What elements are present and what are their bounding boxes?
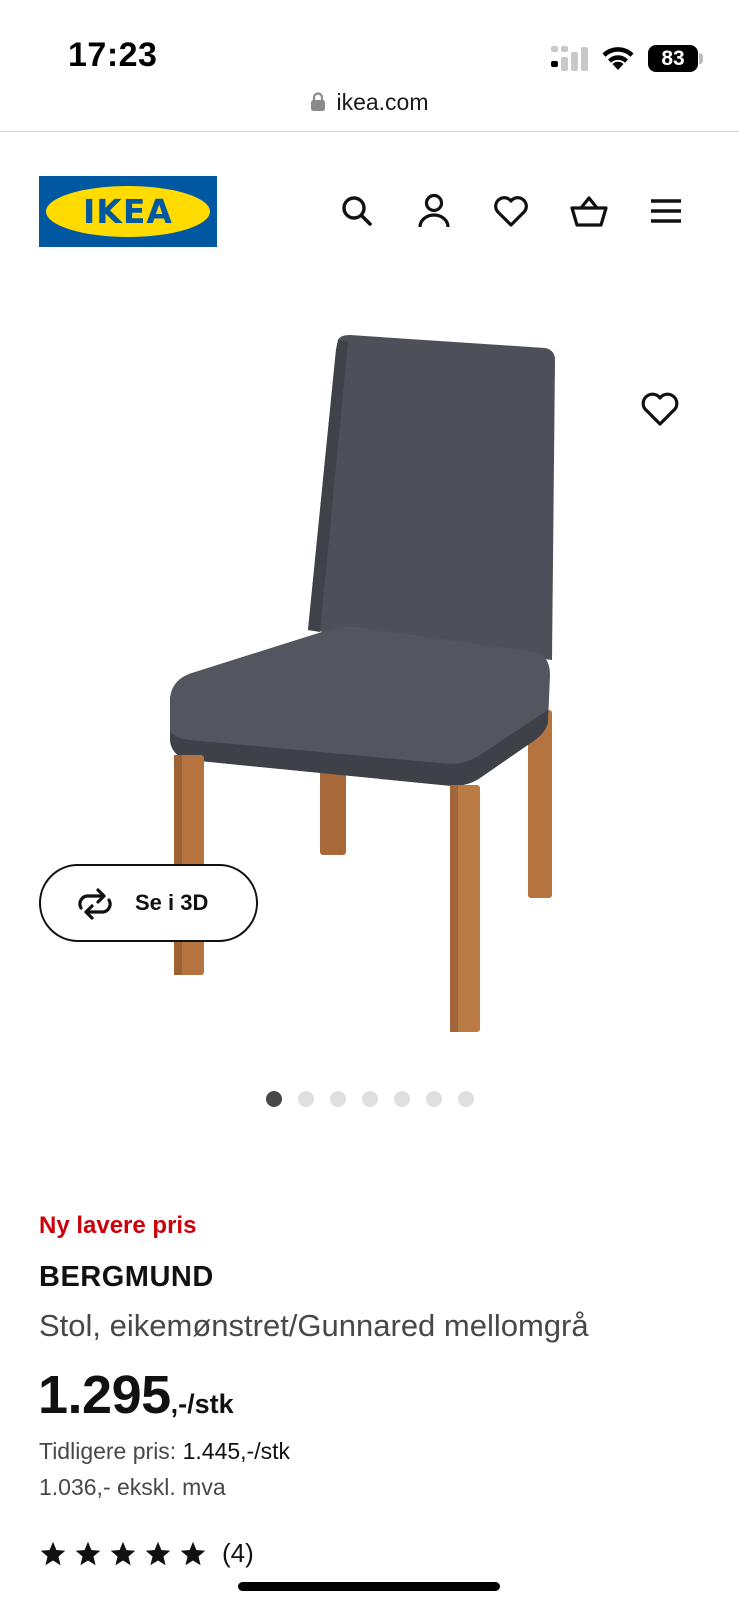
ikea-logo[interactable]: IKEA ® bbox=[39, 176, 217, 247]
carousel-dot[interactable] bbox=[458, 1091, 474, 1107]
cellular-signal-icon bbox=[551, 46, 588, 71]
product-image[interactable] bbox=[150, 330, 590, 1065]
star-icon bbox=[145, 1541, 171, 1566]
star-icon bbox=[110, 1541, 136, 1566]
carousel-dot[interactable] bbox=[298, 1091, 314, 1107]
price-excluding-vat: 1.036,- ekskl. mva bbox=[39, 1474, 226, 1500]
view-in-3d-label: Se i 3D bbox=[135, 890, 209, 915]
carousel-dot[interactable] bbox=[426, 1091, 442, 1107]
heart-icon bbox=[641, 392, 679, 426]
carousel-dot[interactable] bbox=[362, 1091, 378, 1107]
menu-icon[interactable] bbox=[645, 190, 687, 232]
account-icon[interactable] bbox=[413, 190, 455, 232]
battery-indicator: 83 bbox=[648, 45, 703, 72]
product-name: BERGMUND bbox=[39, 1261, 214, 1293]
promo-label: Ny lavere pris bbox=[39, 1212, 197, 1239]
star-icon bbox=[40, 1541, 66, 1566]
search-icon[interactable] bbox=[336, 190, 378, 232]
star-icon bbox=[180, 1541, 206, 1566]
carousel-dot[interactable] bbox=[330, 1091, 346, 1107]
logo-wordmark: IKEA bbox=[83, 192, 173, 231]
previous-price: Tidligere pris: 1.445,-/stk bbox=[39, 1438, 290, 1465]
status-time: 17:23 bbox=[68, 36, 158, 74]
url-text[interactable]: ikea.com bbox=[336, 89, 428, 115]
wishlist-icon[interactable] bbox=[490, 190, 532, 232]
product-description: Stol, eikemønstret/Gunnared mellomgrå bbox=[39, 1308, 589, 1343]
review-count[interactable]: (4) bbox=[222, 1538, 254, 1569]
wifi-icon bbox=[602, 47, 634, 70]
add-to-wishlist-button[interactable] bbox=[636, 386, 684, 430]
browser-url-bar[interactable]: ikea.com bbox=[0, 86, 739, 132]
product-price: 1.295,-/stk bbox=[38, 1364, 234, 1426]
price-amount: 1.295 bbox=[38, 1365, 171, 1425]
lock-icon bbox=[311, 92, 326, 111]
status-bar: 17:23 83 bbox=[0, 0, 739, 88]
view-in-3d-button[interactable]: Se i 3D bbox=[39, 864, 258, 942]
price-unit: ,-/stk bbox=[170, 1389, 234, 1419]
battery-level: 83 bbox=[661, 47, 685, 70]
home-indicator bbox=[238, 1582, 500, 1591]
carousel-dot[interactable] bbox=[266, 1091, 282, 1107]
previous-price-label: Tidligere pris: bbox=[39, 1438, 177, 1464]
rotate-3d-icon bbox=[78, 888, 112, 920]
carousel-dot[interactable] bbox=[394, 1091, 410, 1107]
star-icon bbox=[75, 1541, 101, 1566]
previous-price-value: 1.445,-/stk bbox=[182, 1438, 290, 1464]
cart-icon[interactable] bbox=[568, 190, 610, 232]
